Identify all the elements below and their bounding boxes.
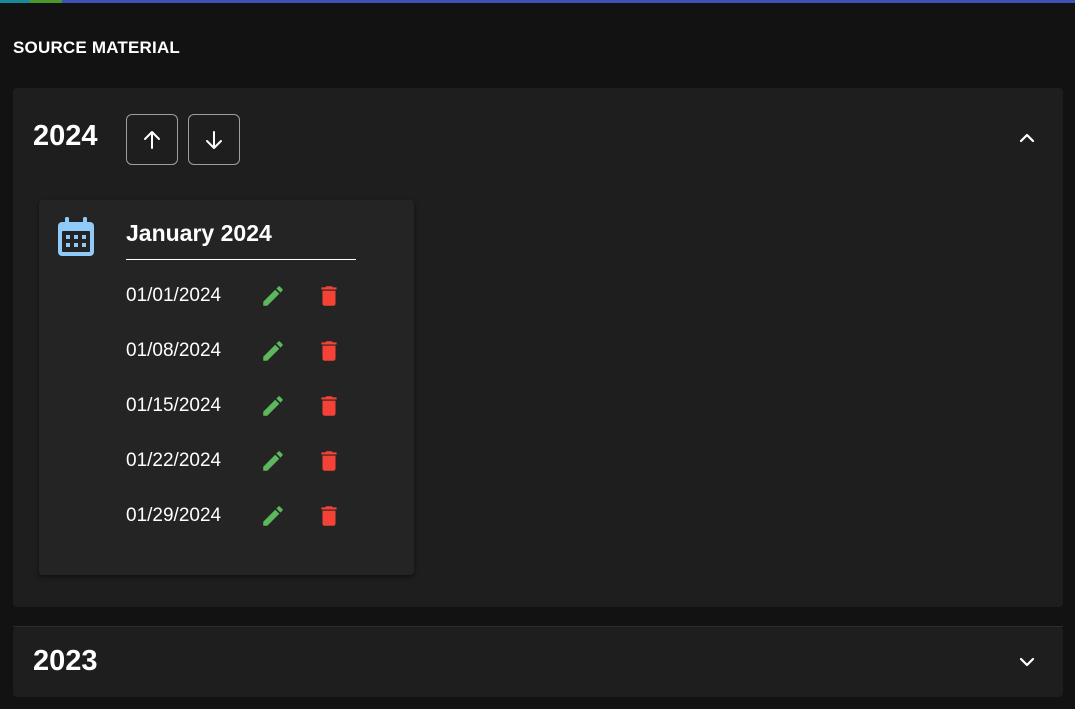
delete-button[interactable] [314, 501, 344, 531]
delete-button[interactable] [314, 391, 344, 421]
pencil-icon [263, 341, 283, 361]
expand-toggle[interactable] [1015, 650, 1039, 674]
accent-segment [0, 0, 30, 3]
pencil-icon [263, 396, 283, 416]
month-card: January 2024 01/01/2024 01/08/2024 01/15… [39, 200, 414, 575]
pencil-icon [263, 451, 283, 471]
year-panel-2024: 2024 January 2024 01/01/2024 01/08/2024 … [13, 88, 1063, 607]
trash-icon [321, 506, 337, 526]
move-down-button[interactable] [188, 114, 240, 165]
year-title: 2024 [33, 120, 98, 152]
delete-button[interactable] [314, 281, 344, 311]
top-accent-bar [0, 0, 1075, 3]
edit-button[interactable] [258, 281, 288, 311]
month-title: January 2024 [126, 220, 272, 246]
date-row: 01/29/2024 [126, 501, 386, 531]
calendar-icon [58, 217, 94, 256]
date-label: 01/01/2024 [126, 285, 222, 306]
arrow-up-icon [144, 130, 160, 149]
arrow-down-icon [206, 130, 222, 149]
year-title: 2023 [33, 645, 98, 677]
pencil-icon [263, 506, 283, 526]
edit-button[interactable] [258, 336, 288, 366]
year-panel-2023[interactable]: 2023 [13, 627, 1063, 697]
section-title: SOURCE MATERIAL [13, 38, 181, 57]
date-label: 01/22/2024 [126, 450, 222, 471]
date-label: 01/15/2024 [126, 395, 222, 416]
trash-icon [321, 396, 337, 416]
move-up-button[interactable] [126, 114, 178, 165]
date-row: 01/01/2024 [126, 281, 386, 311]
trash-icon [321, 341, 337, 361]
date-row: 01/15/2024 [126, 391, 386, 421]
chevron-up-icon [1019, 133, 1035, 143]
edit-button[interactable] [258, 501, 288, 531]
edit-button[interactable] [258, 391, 288, 421]
date-row: 01/22/2024 [126, 446, 386, 476]
pencil-icon [263, 286, 283, 306]
date-row: 01/08/2024 [126, 336, 386, 366]
edit-button[interactable] [258, 446, 288, 476]
month-title-underline [126, 259, 356, 260]
accent-segment [30, 0, 62, 3]
trash-icon [321, 286, 337, 306]
date-label: 01/08/2024 [126, 340, 222, 361]
date-label: 01/29/2024 [126, 505, 222, 526]
delete-button[interactable] [314, 336, 344, 366]
delete-button[interactable] [314, 446, 344, 476]
trash-icon [321, 451, 337, 471]
chevron-down-icon [1019, 657, 1035, 667]
collapse-toggle[interactable] [1015, 126, 1039, 150]
